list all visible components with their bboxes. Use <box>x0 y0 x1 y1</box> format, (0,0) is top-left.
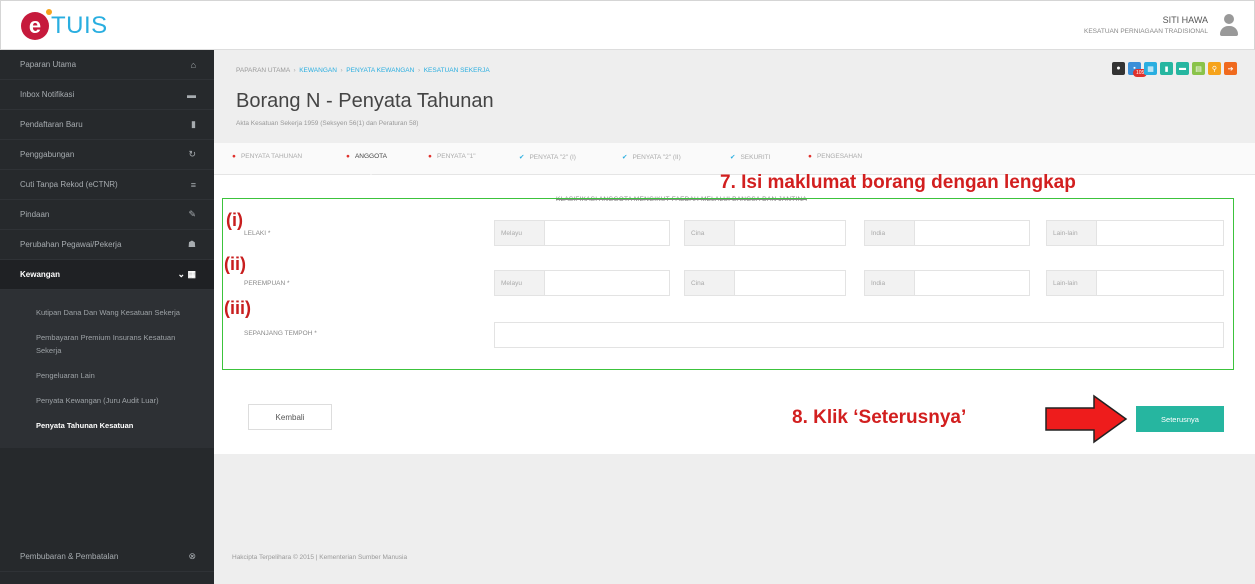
logout-button[interactable]: ➔ <box>1224 62 1237 75</box>
sidebar-item-label: Perubahan Pegawai/Pekerja <box>20 240 122 249</box>
step-pengesahan[interactable]: ● PENGESAHAN <box>808 153 862 160</box>
annotation-step-8: 8. Klik ‘Seterusnya’ <box>792 407 967 428</box>
perempuan-cina-input[interactable]: Cina <box>684 270 846 296</box>
logo-text: TUIS <box>51 12 108 39</box>
step-marker-icon: ● <box>808 153 812 160</box>
sidebar-item-label: Pindaan <box>20 210 50 219</box>
logo-mark: e <box>21 9 52 40</box>
sidebar-subitem-kutipan[interactable]: Kutipan Dana Dan Wang Kesatuan Sekerja <box>0 300 214 325</box>
step-penyata-1[interactable]: ● PENYATA "1" <box>428 153 476 160</box>
next-button[interactable]: Seterusnya <box>1136 406 1224 432</box>
user-menu[interactable]: SITI HAWA KESATUAN PERNIAGAAN TRADISIONA… <box>1084 13 1240 37</box>
page-title: Borang N - Penyata Tahunan <box>236 90 494 112</box>
breadcrumb-item[interactable]: KESATUAN SEKERJA <box>424 67 490 74</box>
step-penyata-2-ii[interactable]: ✔ PENYATA "2" (II) <box>622 153 681 161</box>
sidebar-item-label: Cuti Tanpa Rekod (eCTNR) <box>20 180 118 189</box>
sidebar-item-inbox[interactable]: Inbox Notifikasi ▬ <box>0 80 214 110</box>
table-button[interactable]: ▤ <box>1192 62 1205 75</box>
check-icon: ✔ <box>519 154 525 161</box>
wizard-steps: ● PENYATA TAHUNAN ● ANGGOTA ● PENYATA "1" ✔… <box>214 143 1255 175</box>
sidebar-item-penggabungan[interactable]: Penggabungan ↻ <box>0 140 214 170</box>
sidebar-item-ectnr[interactable]: Cuti Tanpa Rekod (eCTNR) ≡ <box>0 170 214 200</box>
sidebar-subitem-penyata-tahunan[interactable]: Penyata Tahunan Kesatuan <box>0 413 214 438</box>
sidebar-item-label: Pembubaran & Pembatalan <box>20 552 119 561</box>
sidebar-item-label: Paparan Utama <box>20 60 77 69</box>
edit-icon: ✎ <box>188 209 196 219</box>
sidebar-item-paparan-utama[interactable]: Paparan Utama ⌂ <box>0 50 214 80</box>
breadcrumb-item[interactable]: KEWANGAN <box>299 67 337 74</box>
inbox-icon: ▬ <box>187 89 196 100</box>
calendar-button[interactable]: ▦ <box>1144 62 1157 75</box>
list-icon: ≡ <box>190 179 196 190</box>
check-icon: ✔ <box>730 154 736 161</box>
step-penyata-tahunan[interactable]: ● PENYATA TAHUNAN <box>232 153 302 160</box>
annotation-num-ii: (ii) <box>224 254 246 274</box>
sidebar-item-perubahan[interactable]: Perubahan Pegawai/Pekerja ☗ <box>0 230 214 260</box>
notification-button[interactable]: ▪105 <box>1128 62 1148 77</box>
action-toolbar: ● ▪105 ▦ ▮ ▬ ▤ ⚲ ➔ <box>1112 62 1237 77</box>
app-logo[interactable]: e TUIS <box>21 9 108 43</box>
page-subtitle: Akta Kesatuan Sekerja 1959 (Seksyen 56(1… <box>236 120 419 127</box>
lelaki-cina-input[interactable]: Cina <box>684 220 846 246</box>
sidebar-item-label: Inbox Notifikasi <box>20 90 75 99</box>
annotation-step-7: 7. Isi maklumat borang dengan lengkap <box>720 172 1076 193</box>
check-icon: ✔ <box>622 154 628 161</box>
lelaki-lain-input[interactable]: Lain-lain <box>1046 220 1224 246</box>
document-button[interactable]: ▮ <box>1160 62 1173 75</box>
top-bar: e TUIS SITI HAWA KESATUAN PERNIAGAAN TRA… <box>0 0 1255 50</box>
sidebar-item-label: Penggabungan <box>20 150 75 159</box>
perempuan-lain-input[interactable]: Lain-lain <box>1046 270 1224 296</box>
label-lelaki: LELAKI * <box>244 230 271 237</box>
cancel-icon: ⊗ <box>188 551 196 561</box>
sidebar-item-label: Kewangan <box>20 270 61 279</box>
footer-copyright: Hakcipta Terpelihara © 2015 | Kementeria… <box>232 554 408 561</box>
label-perempuan: PEREMPUAN * <box>244 280 290 287</box>
perempuan-melayu-input[interactable]: Melayu <box>494 270 670 296</box>
sidebar-item-kewangan[interactable]: Kewangan ⌄ ▦ <box>0 260 214 290</box>
annotation-num-i: (i) <box>226 210 243 230</box>
sidebar-subitem-pengeluaran[interactable]: Pengeluaran Lain <box>0 363 214 388</box>
step-sekuriti[interactable]: ✔ SEKURITI <box>730 153 770 161</box>
lelaki-india-input[interactable]: India <box>864 220 1030 246</box>
step-anggota[interactable]: ● ANGGOTA <box>346 153 387 160</box>
user-info: SITI HAWA KESATUAN PERNIAGAAN TRADISIONA… <box>1084 15 1208 35</box>
step-marker-icon: ● <box>428 153 432 160</box>
annotation-num-iii: (iii) <box>224 298 251 318</box>
footer: Hakcipta Terpelihara © 2015 | Kementeria… <box>214 454 1255 584</box>
breadcrumb: PAPARAN UTAMA › KEWANGAN › PENYATA KEWAN… <box>236 67 490 74</box>
profile-button[interactable]: ● <box>1112 62 1125 75</box>
lelaki-melayu-input[interactable]: Melayu <box>494 220 670 246</box>
step-marker-icon: ● <box>232 153 236 160</box>
arrow-right-icon <box>1045 394 1128 444</box>
sidebar: Paparan Utama ⌂ Inbox Notifikasi ▬ Penda… <box>0 50 214 584</box>
sidebar-item-pembubaran[interactable]: Pembubaran & Pembatalan ⊗ <box>0 542 214 572</box>
sidebar-item-pindaan[interactable]: Pindaan ✎ <box>0 200 214 230</box>
breadcrumb-item[interactable]: PENYATA KEWANGAN <box>346 67 414 74</box>
user-avatar-icon[interactable] <box>1218 13 1240 37</box>
label-sepanjang-tempoh: SEPANJANG TEMPOH * <box>244 330 317 337</box>
sidebar-subitem-premium[interactable]: Pembayaran Premium Insurans Kesatuan Sek… <box>0 325 214 363</box>
sepanjang-tempoh-input[interactable] <box>494 322 1224 348</box>
step-penyata-2-i[interactable]: ✔ PENYATA "2" (I) <box>519 153 576 161</box>
sidebar-subitem-penyata-kewangan[interactable]: Penyata Kewangan (Juru Audit Luar) <box>0 388 214 413</box>
file-icon: ▮ <box>191 119 196 129</box>
refresh-icon: ↻ <box>188 149 196 159</box>
user-org: KESATUAN PERNIAGAAN TRADISIONAL <box>1083 28 1208 35</box>
sidebar-item-pendaftaran[interactable]: Pendaftaran Baru ▮ <box>0 110 214 140</box>
user-name: SITI HAWA <box>1162 15 1208 25</box>
back-button[interactable]: Kembali <box>248 404 332 430</box>
content-header: PAPARAN UTAMA › KEWANGAN › PENYATA KEWAN… <box>214 50 1255 143</box>
perempuan-india-input[interactable]: India <box>864 270 1030 296</box>
home-icon: ⌂ <box>190 59 196 70</box>
active-step-caret <box>364 168 378 175</box>
breadcrumb-item[interactable]: PAPARAN UTAMA <box>236 67 290 74</box>
folder-button[interactable]: ▬ <box>1176 62 1189 75</box>
sidebar-submenu: Kutipan Dana Dan Wang Kesatuan Sekerja P… <box>0 290 214 448</box>
users-icon: ☗ <box>187 239 196 249</box>
search-button[interactable]: ⚲ <box>1208 62 1221 75</box>
sidebar-item-label: Pendaftaran Baru <box>20 120 83 129</box>
grid-icon: ⌄ ▦ <box>177 269 196 279</box>
step-marker-icon: ● <box>346 153 350 160</box>
